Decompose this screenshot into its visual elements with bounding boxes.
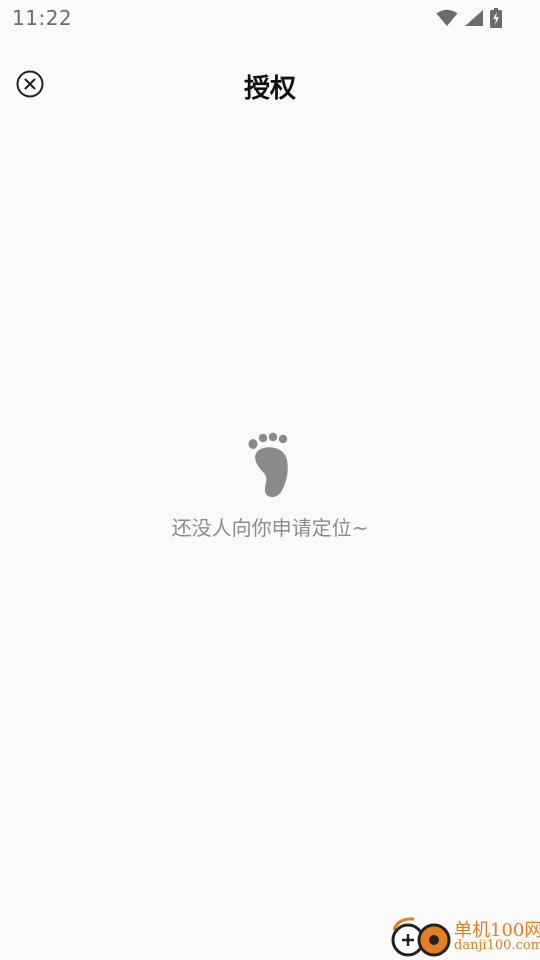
wifi-icon (436, 9, 458, 26)
watermark-domain: danji100.com (454, 938, 540, 953)
header: 授权 (0, 58, 540, 114)
battery-charging-icon (490, 8, 502, 28)
status-bar: 11:22 (0, 0, 540, 36)
authorization-screen: 11:22 授权 还没人向你申请定位~ 单机100网 danji100.com (0, 0, 540, 960)
page-title: 授权 (243, 74, 296, 104)
status-icons (436, 7, 502, 29)
status-time: 11:22 (12, 6, 73, 30)
watermark-logo (391, 917, 451, 957)
watermark: 单机100网 danji100.com (388, 914, 540, 960)
empty-state: 还没人向你申请定位~ (0, 430, 540, 541)
signal-icon (465, 10, 483, 26)
footprint-icon (248, 432, 288, 498)
empty-message: 还没人向你申请定位~ (171, 516, 369, 540)
